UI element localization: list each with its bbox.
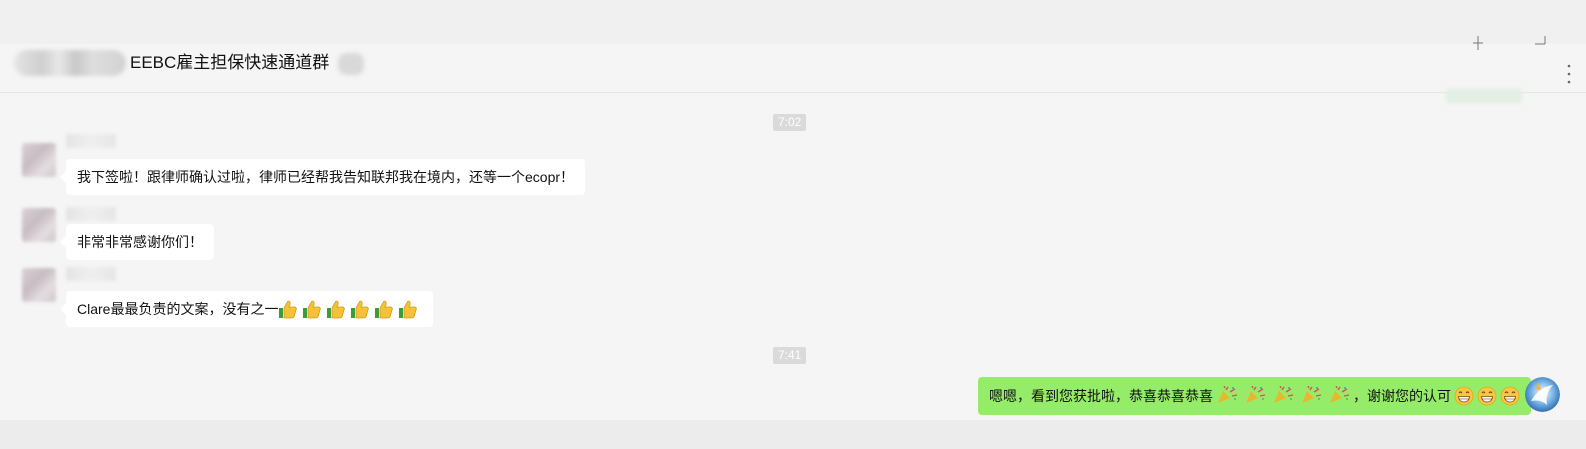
my-avatar[interactable]: [1525, 377, 1560, 412]
thumbs-up-icon: [351, 300, 370, 319]
maximize-icon[interactable]: [1532, 36, 1548, 52]
thumbs-up-emoji-group: [278, 300, 422, 319]
chat-window: EEBC雇主担保快速通道群 7:02 我下签啦！跟律师确认过啦，律师已经帮我告知…: [0, 0, 1586, 449]
grinning-face-icon: [1500, 386, 1520, 406]
message-bubble[interactable]: 非常非常感谢你们！: [60, 224, 214, 260]
message-bubble[interactable]: Clare最最负责的文案，没有之一: [59, 291, 434, 327]
message-timestamp: 7:41: [773, 347, 807, 364]
sender-name-blurred: [66, 267, 116, 281]
blurred-region: [1446, 89, 1522, 103]
message-text: 非常非常感谢你们！: [77, 234, 203, 250]
pin-icon[interactable]: [1470, 36, 1486, 52]
message-timestamp: 7:02: [773, 114, 807, 131]
thumbs-up-icon: [375, 300, 394, 319]
chat-header: EEBC雇主担保快速通道群: [0, 36, 1586, 94]
party-popper-icon: [1218, 386, 1238, 403]
blurred-title-emoji: [338, 53, 364, 75]
more-icon[interactable]: [1566, 62, 1572, 94]
grinning-face-emoji-group: [1451, 386, 1520, 406]
message-text: Clare最最负责的文案，没有之一: [77, 301, 279, 317]
thumbs-up-icon: [327, 300, 346, 319]
party-popper-emoji-group: [1213, 386, 1353, 404]
party-popper-icon: [1274, 386, 1294, 403]
avatar[interactable]: [22, 208, 56, 242]
message-text-part: ，谢谢您的认可: [1353, 388, 1451, 404]
grinning-face-icon: [1454, 386, 1474, 406]
message-text-part: 嗯嗯，看到您获批啦，恭喜恭喜恭喜: [989, 388, 1213, 404]
message-text: 我下签啦！跟律师确认过啦，律师已经帮我告知联邦我在境内，还等一个ecopr！: [77, 169, 575, 185]
my-message-bubble[interactable]: 嗯嗯，看到您获批啦，恭喜恭喜恭喜 ，谢谢您的认可: [978, 377, 1537, 415]
sender-name-blurred: [66, 207, 116, 221]
party-popper-icon: [1330, 386, 1350, 403]
input-area-edge: [0, 420, 1586, 449]
avatar[interactable]: [22, 268, 56, 302]
thumbs-up-icon: [399, 300, 418, 319]
avatar[interactable]: [22, 143, 56, 177]
thumbs-up-icon: [279, 300, 298, 319]
thumbs-up-icon: [303, 300, 322, 319]
window-top-strip: [0, 0, 1586, 44]
blurred-group-prefix: [14, 50, 126, 76]
chat-title: EEBC雇主担保快速通道群: [130, 53, 330, 72]
party-popper-icon: [1246, 386, 1266, 403]
grinning-face-icon: [1477, 386, 1497, 406]
sender-name-blurred: [66, 134, 116, 148]
party-popper-icon: [1302, 386, 1322, 403]
message-bubble[interactable]: 我下签啦！跟律师确认过啦，律师已经帮我告知联邦我在境内，还等一个ecopr！: [59, 159, 586, 195]
